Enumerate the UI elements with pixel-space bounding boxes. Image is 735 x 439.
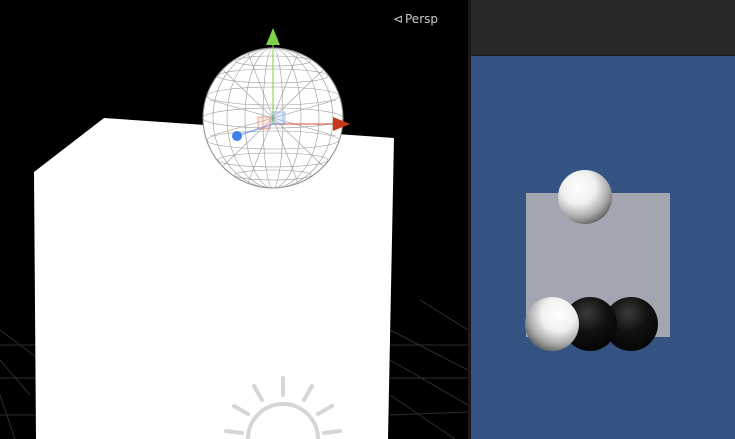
cube[interactable] <box>34 118 394 439</box>
scene-view[interactable]: ⊲ Persp <box>0 0 468 439</box>
camera-mode-label: Persp <box>405 12 438 26</box>
camera-mode-toggle[interactable]: ⊲ Persp <box>393 12 438 26</box>
scene-canvas[interactable] <box>0 0 468 439</box>
game-view[interactable] <box>471 0 735 439</box>
persp-camera-icon: ⊲ <box>392 12 403 26</box>
gizmo-y-arrow-icon[interactable] <box>266 28 280 45</box>
white-sphere-top <box>558 170 612 224</box>
white-sphere-bottom <box>525 297 579 351</box>
gizmo-z-handle-icon[interactable] <box>232 131 242 141</box>
game-canvas <box>525 170 670 351</box>
